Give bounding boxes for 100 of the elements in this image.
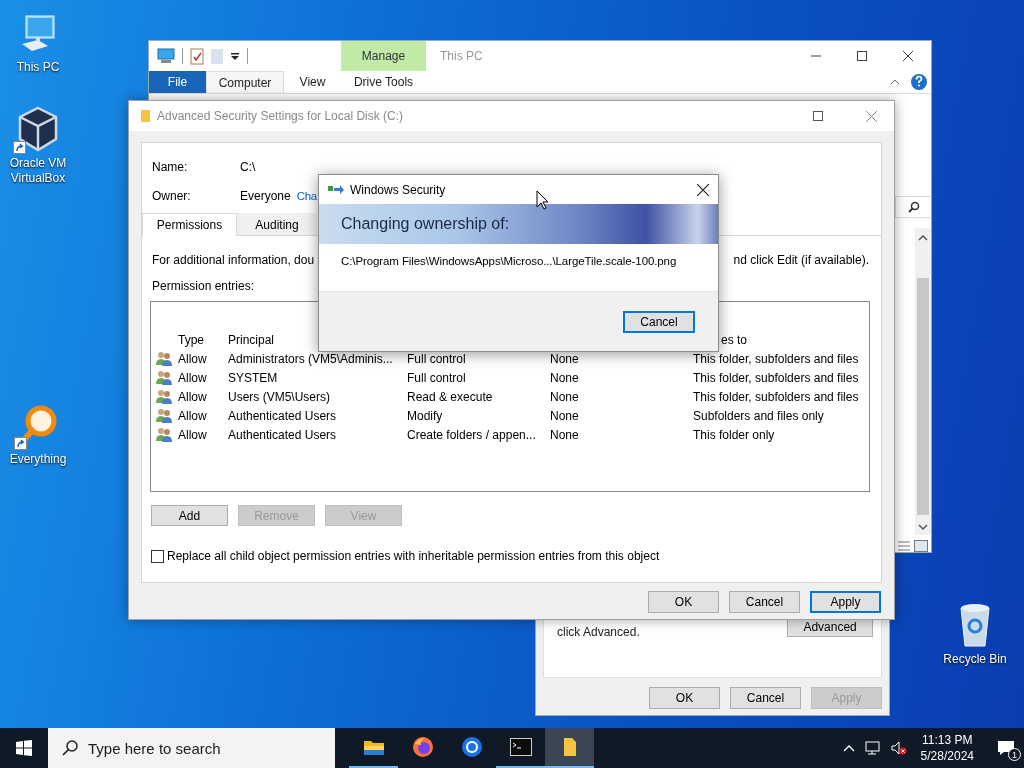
table-cell-text: Allow [178, 408, 208, 423]
help-icon[interactable] [910, 71, 928, 93]
table-cell-text: None [550, 351, 580, 366]
notification-badge: 1 [1008, 748, 1021, 761]
terminal-icon [509, 738, 532, 756]
column-header[interactable]: Type [178, 332, 204, 347]
ribbon-tab[interactable]: View [284, 71, 341, 93]
info-text: nd click Edit (if available). [733, 253, 869, 267]
table-cell-text: This folder only [693, 427, 776, 442]
icon-label[interactable]: Everything [6, 452, 70, 467]
folder-icon [362, 738, 385, 756]
users-icon [155, 351, 173, 366]
field-label: Name: [152, 160, 189, 174]
folder-icon [141, 109, 150, 123]
table-cell-text: This folder, subfolders and files [693, 389, 860, 404]
table-cell-text: Full control [407, 370, 467, 385]
table-cell-text: SYSTEM [228, 370, 279, 385]
document-icon [562, 737, 577, 757]
clock-time[interactable]: 11:13 PM [922, 732, 973, 748]
table-cell-text: None [550, 427, 580, 442]
tab[interactable]: Auditing [237, 213, 317, 235]
search-icon [62, 740, 78, 756]
search-icon [907, 201, 920, 213]
tab[interactable]: Permissions [142, 213, 237, 236]
fox-globe-icon [411, 736, 434, 758]
muted-speaker-icon[interactable] [890, 741, 907, 755]
ribbon-tab[interactable]: File [149, 71, 206, 93]
ribbon-tab[interactable]: Drive Tools [341, 71, 426, 93]
chevron-up-icon[interactable] [918, 234, 928, 242]
table-cell-text: Create folders / appen... [407, 427, 537, 442]
cancel-button[interactable]: Cancel [623, 310, 695, 333]
icon-label[interactable]: This PC [6, 60, 70, 75]
table-cell-text: Administrators (VM5\Adminis... [228, 351, 394, 366]
change-link[interactable]: Cha [296, 190, 317, 202]
window-title: This PC [439, 48, 484, 65]
table-cell-text: Subfolders and files only [693, 408, 825, 423]
table-cell-text: Read & execute [407, 389, 494, 404]
scrollbar[interactable] [915, 228, 931, 535]
column-header[interactable]: Principal [228, 332, 275, 347]
shortcut-arrow-icon [14, 437, 27, 450]
entry-button[interactable]: Add [151, 505, 228, 526]
table-cell-text: Authenticated Users [228, 408, 338, 423]
dropdown-icon[interactable] [230, 50, 240, 62]
table-cell-text: Allow [178, 351, 208, 366]
close-icon[interactable] [697, 183, 709, 196]
info-text: For additional information, dou [152, 253, 315, 267]
dialog-button[interactable]: Apply [810, 591, 881, 613]
notifications-icon[interactable] [997, 740, 1015, 756]
cube-icon [17, 106, 59, 152]
table-cell-text: Modify [407, 408, 444, 423]
dialog-heading: Changing ownership of: [341, 215, 510, 233]
window-title: Advanced Security Settings for Local Disk (C:) [157, 109, 405, 123]
field-value: C:\ [240, 160, 256, 174]
dialog-button[interactable]: Cancel [730, 687, 801, 709]
table-cell-text: Allow [178, 389, 208, 404]
column-header[interactable]: es to [721, 332, 747, 347]
table-cell-text: This folder, subfolders and files [693, 370, 860, 385]
file-path: C:\Program Files\WindowsApps\Microso...\LargeTile.scale-100.png [341, 255, 677, 267]
table-cell-text: Allow [178, 427, 208, 442]
maximize-icon[interactable] [857, 51, 867, 61]
field-value: Everyone [240, 189, 291, 203]
table-cell-text: None [550, 408, 580, 423]
users-icon [155, 370, 173, 385]
properties-icon[interactable] [190, 47, 204, 65]
search-field[interactable]: Type here to search [48, 728, 335, 768]
computer-icon[interactable] [157, 48, 175, 64]
table-cell-text: Full control [407, 351, 467, 366]
table-cell-text: None [550, 370, 580, 385]
chevron-down-icon[interactable] [918, 523, 928, 531]
field-label: Owner: [152, 189, 192, 203]
hint-text: click Advanced. [557, 624, 641, 639]
shortcut-arrow-icon [13, 141, 26, 154]
dialog-button[interactable]: OK [649, 687, 720, 709]
large-icons-view-icon[interactable] [914, 540, 928, 552]
icon-label[interactable]: Recycle Bin [943, 652, 1007, 667]
checkbox-label[interactable]: Replace all child object permission entries with inheritable permission entries from this object [167, 549, 660, 563]
users-icon [155, 389, 173, 404]
section-label: Permission entries: [152, 279, 255, 293]
users-icon [155, 408, 173, 423]
ribbon-tab[interactable]: Computer [206, 71, 284, 93]
network-icon[interactable] [864, 741, 881, 755]
table-cell-text: Authenticated Users [228, 427, 338, 442]
clock-date[interactable]: 5/28/2024 [920, 748, 974, 764]
close-icon[interactable] [903, 51, 913, 61]
dialog-button[interactable]: OK [648, 591, 719, 613]
circle-browser-icon [460, 736, 483, 758]
taskbar-app[interactable] [545, 728, 594, 768]
users-icon [155, 427, 173, 442]
table-cell-text: This folder, subfolders and files [693, 351, 860, 366]
maximize-icon[interactable] [813, 111, 823, 121]
dialog-button[interactable]: Cancel [729, 591, 800, 613]
contextual-tab-header: Manage [341, 41, 426, 71]
windows-logo-icon[interactable] [16, 740, 32, 756]
table-cell-text: None [550, 389, 580, 404]
checkbox[interactable] [151, 549, 164, 563]
table-cell-text: Allow [178, 370, 208, 385]
cursor-icon [536, 190, 549, 210]
window-title: Windows Security [350, 182, 447, 197]
table-cell-text: Users (VM5\Users) [228, 389, 331, 404]
icon-label[interactable]: Oracle VM VirtualBox [6, 156, 70, 186]
